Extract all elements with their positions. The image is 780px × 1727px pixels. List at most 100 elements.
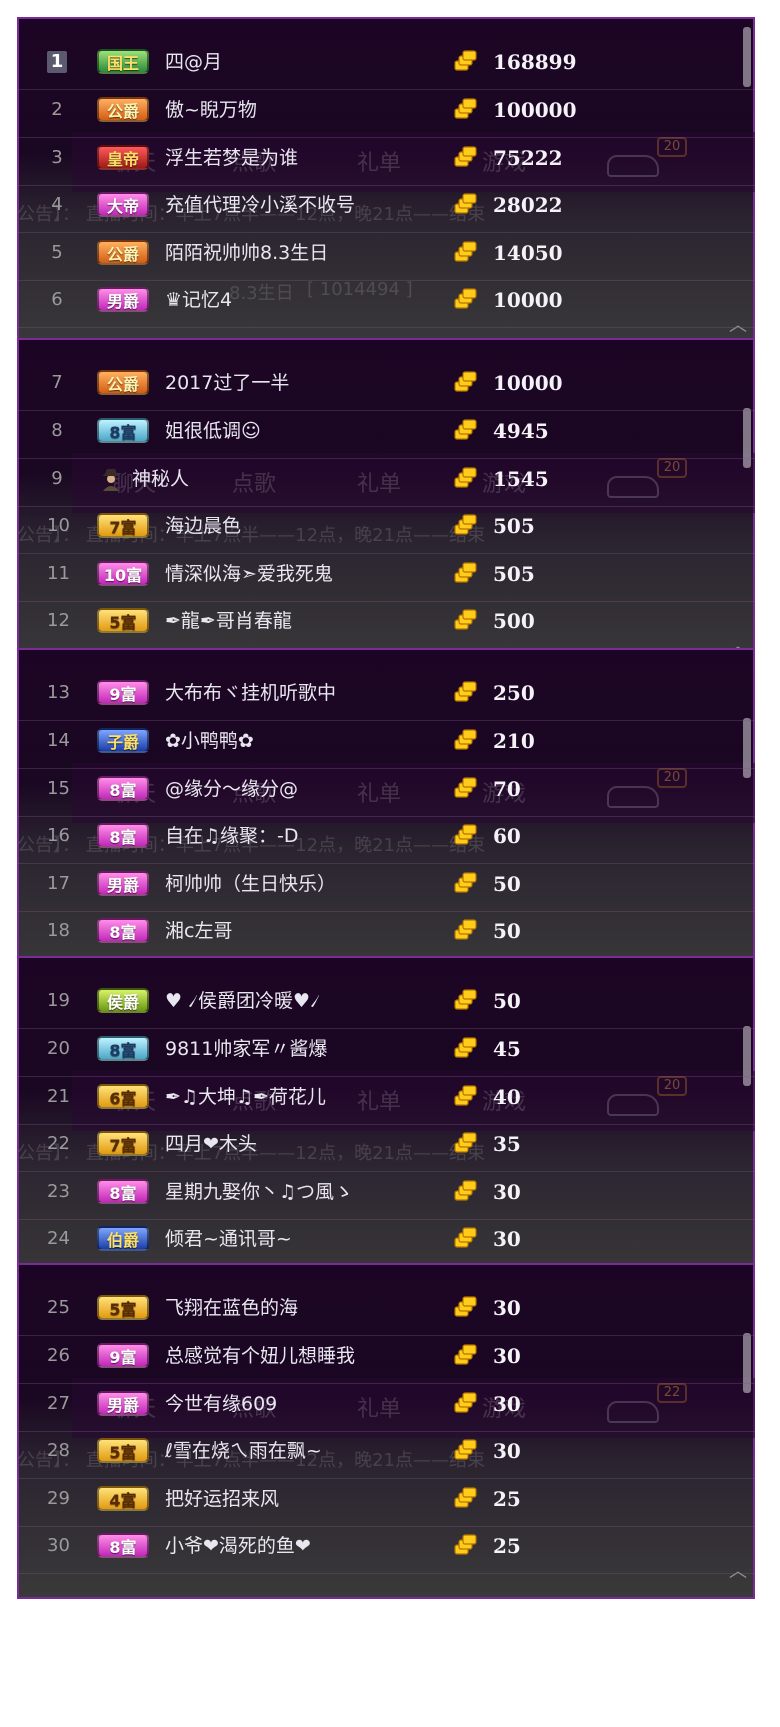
user-name[interactable]: ✒龍✒哥肖春龍 bbox=[165, 608, 292, 634]
rank-row[interactable]: 21 6富 ✒♫大坤♫✒荷花儿 40 bbox=[17, 1072, 755, 1125]
user-name[interactable]: ♛记忆4 bbox=[165, 287, 232, 313]
rank-row[interactable]: 3 皇帝 浮生若梦是为谁 75222 bbox=[17, 133, 755, 186]
gold-coin-icon bbox=[453, 287, 479, 313]
gold-coin-icon bbox=[453, 776, 479, 802]
rank-row[interactable]: 29 4富 把好运招来风 25 bbox=[17, 1474, 755, 1527]
rank-row[interactable]: 2 公爵 傲~睨万物 100000 bbox=[17, 85, 755, 138]
gold-coin-icon bbox=[453, 608, 479, 634]
rank-row[interactable]: 13 9富 大布布ヾ挂机听歌中 250 bbox=[17, 668, 755, 721]
user-name[interactable]: 四@月 bbox=[165, 49, 222, 75]
score-value: 100000 bbox=[493, 98, 577, 122]
user-name[interactable]: 今世有缘609 bbox=[165, 1391, 277, 1417]
score-value: 75222 bbox=[493, 146, 563, 170]
title-badge: 4富 bbox=[97, 1486, 149, 1511]
score-value: 30 bbox=[493, 1439, 521, 1463]
score-value: 50 bbox=[493, 989, 521, 1013]
rank-number: 8 bbox=[51, 420, 63, 441]
user-name[interactable]: @缘分～缘分@ bbox=[165, 776, 298, 802]
rank-row[interactable]: 4 大帝 充值代理冷小溪不收号 28022 bbox=[17, 180, 755, 233]
user-name[interactable]: 飞翔在蓝色的海 bbox=[165, 1295, 298, 1321]
title-badge: 大帝 bbox=[97, 192, 149, 217]
gold-coin-icon bbox=[453, 192, 479, 218]
score-value: 70 bbox=[493, 777, 521, 801]
rank-row[interactable]: 19 侯爵 ♥ ৴侯爵团冷暖♥৴ 50 bbox=[17, 976, 755, 1029]
rank-row[interactable]: 16 8富 自在♫缘聚：-D 60 bbox=[17, 811, 755, 864]
rank-row[interactable]: 23 8富 星期九娶你丶♫つ風ゝ 30 bbox=[17, 1167, 755, 1220]
user-name[interactable]: 陌陌祝帅帅8.3生日 bbox=[165, 240, 328, 266]
gold-coin-icon bbox=[453, 1036, 479, 1062]
rank-row[interactable]: 28 5富 ℓ雪在烧ㄟ雨在飘~ 30 bbox=[17, 1426, 755, 1479]
title-badge: 侯爵 bbox=[97, 988, 149, 1013]
user-name[interactable]: 星期九娶你丶♫つ風ゝ bbox=[165, 1179, 353, 1205]
user-name[interactable]: 倾君~通讯哥~ bbox=[165, 1226, 292, 1252]
score-value: 210 bbox=[493, 729, 535, 753]
rank-number: 15 bbox=[47, 778, 70, 799]
user-name[interactable]: 大布布ヾ挂机听歌中 bbox=[165, 680, 336, 706]
score-value: 30 bbox=[493, 1392, 521, 1416]
title-badge: 6富 bbox=[97, 1084, 149, 1109]
rank-row[interactable]: 20 8富 9811帅家军〃酱爆 45 bbox=[17, 1024, 755, 1077]
user-name[interactable]: 2017过了一半 bbox=[165, 370, 289, 396]
rank-row[interactable]: 15 8富 @缘分～缘分@ 70 bbox=[17, 764, 755, 817]
title-badge: 8富 bbox=[97, 1179, 149, 1204]
gold-coin-icon bbox=[453, 1438, 479, 1464]
user-name[interactable]: 小爷❤渴死的鱼❤ bbox=[165, 1533, 311, 1559]
user-name[interactable]: 充值代理冷小溪不收号 bbox=[165, 192, 355, 218]
rank-row[interactable]: 14 子爵 ✿小鸭鸭✿ 210 bbox=[17, 716, 755, 769]
user-name[interactable]: 湘c左哥 bbox=[165, 918, 232, 944]
score-value: 250 bbox=[493, 681, 535, 705]
rank-row[interactable]: 24 伯爵 倾君~通讯哥~ 30 bbox=[17, 1214, 755, 1267]
gold-coin-icon bbox=[453, 1533, 479, 1559]
rank-row[interactable]: 1 国王 四@月 168899 bbox=[17, 37, 755, 90]
user-name[interactable]: ♥ ৴侯爵团冷暖♥৴ bbox=[165, 988, 320, 1014]
user-name[interactable]: 总感觉有个妞儿想睡我 bbox=[165, 1343, 355, 1369]
rank-number: 24 bbox=[47, 1228, 70, 1249]
user-name[interactable]: ✿小鸭鸭✿ bbox=[165, 728, 254, 754]
title-badge: 子爵 bbox=[97, 728, 149, 753]
rank-row[interactable]: 18 8富 湘c左哥 50 bbox=[17, 906, 755, 959]
rank-row[interactable]: 5 公爵 陌陌祝帅帅8.3生日 14050 bbox=[17, 228, 755, 281]
rank-row[interactable]: 8 8富 姐很低调☺ 4945 bbox=[17, 406, 755, 459]
gold-coin-icon bbox=[453, 1131, 479, 1157]
score-value: 505 bbox=[493, 562, 535, 586]
title-badge: 国王 bbox=[97, 49, 149, 74]
rank-row[interactable]: 22 7富 四月❤木头 35 bbox=[17, 1119, 755, 1172]
rank-row[interactable]: 9 神秘人 1545 bbox=[17, 454, 755, 507]
user-name[interactable]: 海边晨色 bbox=[165, 513, 241, 539]
rank-row[interactable]: 6 男爵 ♛记忆4 10000 bbox=[17, 275, 755, 328]
score-value: 505 bbox=[493, 514, 535, 538]
rank-number: 13 bbox=[47, 682, 70, 703]
rank-number: 18 bbox=[47, 920, 70, 941]
rank-row[interactable]: 7 公爵 2017过了一半 10000 bbox=[17, 358, 755, 411]
rank-row[interactable]: 10 7富 海边晨色 505 bbox=[17, 501, 755, 554]
rank-row[interactable]: 12 5富 ✒龍✒哥肖春龍 500 bbox=[17, 596, 755, 649]
user-name[interactable]: 姐很低调☺ bbox=[165, 418, 261, 444]
title-badge: 公爵 bbox=[97, 370, 149, 395]
user-name[interactable]: 浮生若梦是为谁 bbox=[165, 145, 298, 171]
user-name[interactable]: ✒♫大坤♫✒荷花儿 bbox=[165, 1084, 326, 1110]
user-name[interactable]: 9811帅家军〃酱爆 bbox=[165, 1036, 327, 1062]
rank-row[interactable]: 11 10富 情深似海➣爱我死鬼 505 bbox=[17, 549, 755, 602]
user-name[interactable]: ℓ雪在烧ㄟ雨在飘~ bbox=[165, 1438, 322, 1464]
rank-row[interactable]: 17 男爵 柯帅帅（生日快乐） 50 bbox=[17, 859, 755, 912]
rank-row[interactable]: 26 9富 总感觉有个妞儿想睡我 30 bbox=[17, 1331, 755, 1384]
score-value: 35 bbox=[493, 1132, 521, 1156]
score-value: 4945 bbox=[493, 419, 549, 443]
rank-number: 5 bbox=[51, 242, 63, 263]
rank-number: 26 bbox=[47, 1345, 70, 1366]
ranking-panel: 聊天点歌礼单游戏22公告】： 直播时间：早上7点半——12点，晚21点——结束︿… bbox=[17, 1263, 755, 1599]
user-name[interactable]: 四月❤木头 bbox=[165, 1131, 257, 1157]
user-name[interactable]: 情深似海➣爱我死鬼 bbox=[165, 561, 333, 587]
title-badge: 8富 bbox=[97, 1533, 149, 1558]
ranking-panel: 聊天点歌礼单游戏20公告】： 直播时间：早上7点半——12点，晚21点——结束︿… bbox=[17, 338, 755, 674]
user-name[interactable]: 柯帅帅（生日快乐） bbox=[165, 871, 336, 897]
rank-row[interactable]: 25 5富 飞翔在蓝色的海 30 bbox=[17, 1283, 755, 1336]
user-name[interactable]: 把好运招来风 bbox=[165, 1486, 279, 1512]
user-name[interactable]: 傲~睨万物 bbox=[165, 97, 257, 123]
rank-number: 25 bbox=[47, 1297, 70, 1318]
rank-row[interactable]: 27 男爵 今世有缘609 30 bbox=[17, 1379, 755, 1432]
user-name[interactable]: 自在♫缘聚：-D bbox=[165, 823, 299, 849]
gold-coin-icon bbox=[453, 1486, 479, 1512]
rank-row[interactable]: 30 8富 小爷❤渴死的鱼❤ 25 bbox=[17, 1521, 755, 1574]
user-name[interactable]: 神秘人 bbox=[132, 466, 189, 492]
